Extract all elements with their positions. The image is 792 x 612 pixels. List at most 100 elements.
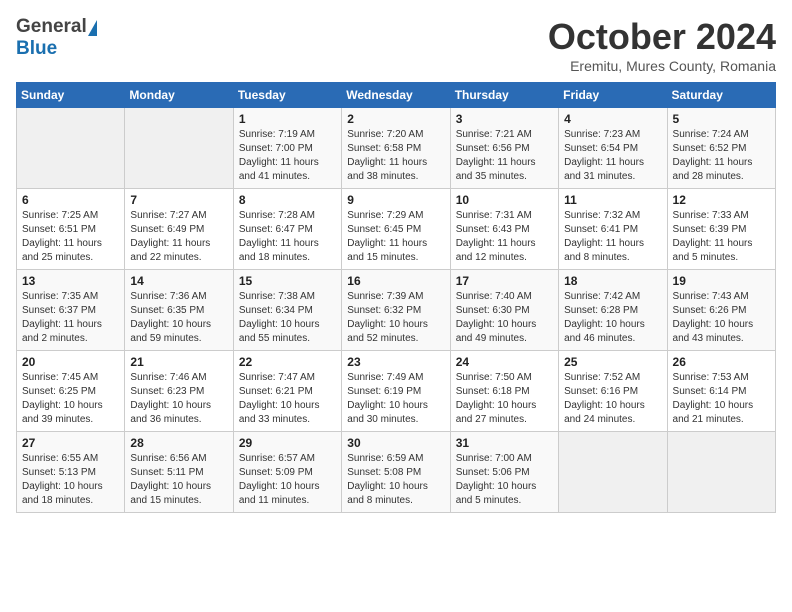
calendar-week-4: 27Sunrise: 6:55 AMSunset: 5:13 PMDayligh… <box>17 432 776 513</box>
calendar-cell: 12 Sunrise: 7:33 AMSunset: 6:39 PMDayligh… <box>667 189 775 270</box>
calendar-cell: 18Sunrise: 7:42 AMSunset: 6:28 PMDayligh… <box>559 270 667 351</box>
day-info: Sunrise: 7:46 AMSunset: 6:23 PMDaylight:… <box>130 371 227 427</box>
month-title: October 2024 <box>548 16 776 58</box>
day-number: 23 <box>347 355 444 369</box>
calendar-cell: 6 Sunrise: 7:25 AMSunset: 6:51 PMDaylight… <box>17 189 125 270</box>
calendar-cell: 5 Sunrise: 7:24 AMSunset: 6:52 PMDaylight… <box>667 108 775 189</box>
calendar-cell: 30 Sunrise: 6:59 AMSunset: 5:08 PMDayligh… <box>342 432 450 513</box>
calendar-cell: 27Sunrise: 6:55 AMSunset: 5:13 PMDayligh… <box>17 432 125 513</box>
weekday-header-tuesday: Tuesday <box>233 83 341 108</box>
calendar-cell: 4 Sunrise: 7:23 AMSunset: 6:54 PMDaylight… <box>559 108 667 189</box>
day-info: Sunrise: 6:57 AMSunset: 5:09 PMDaylight:… <box>239 452 336 508</box>
day-info: Sunrise: 7:47 AMSunset: 6:21 PMDaylight:… <box>239 371 336 427</box>
calendar-cell: 29Sunrise: 6:57 AMSunset: 5:09 PMDayligh… <box>233 432 341 513</box>
calendar-cell: 10 Sunrise: 7:31 AMSunset: 6:43 PMDayligh… <box>450 189 558 270</box>
day-info: Sunrise: 7:31 AMSunset: 6:43 PMDaylight:… <box>456 209 553 265</box>
calendar-week-0: 1Sunrise: 7:19 AMSunset: 7:00 PMDaylight… <box>17 108 776 189</box>
calendar-cell: 2Sunrise: 7:20 AMSunset: 6:58 PMDaylight… <box>342 108 450 189</box>
day-number: 26 <box>673 355 770 369</box>
weekday-header-sunday: Sunday <box>17 83 125 108</box>
calendar-header: SundayMondayTuesdayWednesdayThursdayFrid… <box>17 83 776 108</box>
day-number: 5 <box>673 112 770 126</box>
day-number: 10 <box>456 193 553 207</box>
calendar-cell: 11 Sunrise: 7:32 AMSunset: 6:41 PMDayligh… <box>559 189 667 270</box>
day-info: Sunrise: 7:23 AMSunset: 6:54 PMDaylight:… <box>564 128 661 184</box>
day-info: Sunrise: 7:35 AMSunset: 6:37 PMDaylight:… <box>22 290 119 346</box>
logo-general: General <box>16 16 87 38</box>
day-number: 31 <box>456 436 553 450</box>
day-number: 27 <box>22 436 119 450</box>
day-number: 15 <box>239 274 336 288</box>
day-info: Sunrise: 7:33 AMSunset: 6:39 PMDaylight:… <box>673 209 770 265</box>
weekday-header-thursday: Thursday <box>450 83 558 108</box>
day-number: 1 <box>239 112 336 126</box>
calendar-cell: 21Sunrise: 7:46 AMSunset: 6:23 PMDayligh… <box>125 351 233 432</box>
day-number: 14 <box>130 274 227 288</box>
day-number: 30 <box>347 436 444 450</box>
calendar-cell: 22 Sunrise: 7:47 AMSunset: 6:21 PMDayligh… <box>233 351 341 432</box>
day-info: Sunrise: 7:43 AMSunset: 6:26 PMDaylight:… <box>673 290 770 346</box>
day-number: 3 <box>456 112 553 126</box>
day-number: 24 <box>456 355 553 369</box>
day-number: 13 <box>22 274 119 288</box>
calendar-cell: 31 Sunrise: 7:00 AMSunset: 5:06 PMDayligh… <box>450 432 558 513</box>
calendar-cell: 7Sunrise: 7:27 AMSunset: 6:49 PMDaylight… <box>125 189 233 270</box>
calendar-cell: 3 Sunrise: 7:21 AMSunset: 6:56 PMDaylight… <box>450 108 558 189</box>
day-info: Sunrise: 7:28 AMSunset: 6:47 PMDaylight:… <box>239 209 336 265</box>
calendar-cell: 24 Sunrise: 7:50 AMSunset: 6:18 PMDayligh… <box>450 351 558 432</box>
logo: General Blue <box>16 16 97 60</box>
day-info: Sunrise: 7:00 AMSunset: 5:06 PMDaylight:… <box>456 452 553 508</box>
day-info: Sunrise: 7:42 AMSunset: 6:28 PMDaylight:… <box>564 290 661 346</box>
calendar-cell: 28 Sunrise: 6:56 AMSunset: 5:11 PMDayligh… <box>125 432 233 513</box>
day-number: 9 <box>347 193 444 207</box>
weekday-header-wednesday: Wednesday <box>342 83 450 108</box>
day-number: 12 <box>673 193 770 207</box>
calendar-table: SundayMondayTuesdayWednesdayThursdayFrid… <box>16 82 776 513</box>
calendar-cell: 15 Sunrise: 7:38 AMSunset: 6:34 PMDayligh… <box>233 270 341 351</box>
day-info: Sunrise: 7:24 AMSunset: 6:52 PMDaylight:… <box>673 128 770 184</box>
calendar-cell <box>667 432 775 513</box>
calendar-week-3: 20Sunrise: 7:45 AMSunset: 6:25 PMDayligh… <box>17 351 776 432</box>
calendar-cell: 9 Sunrise: 7:29 AMSunset: 6:45 PMDaylight… <box>342 189 450 270</box>
day-number: 20 <box>22 355 119 369</box>
day-info: Sunrise: 7:49 AMSunset: 6:19 PMDaylight:… <box>347 371 444 427</box>
day-number: 19 <box>673 274 770 288</box>
calendar-cell: 14Sunrise: 7:36 AMSunset: 6:35 PMDayligh… <box>125 270 233 351</box>
calendar-cell: 20Sunrise: 7:45 AMSunset: 6:25 PMDayligh… <box>17 351 125 432</box>
day-info: Sunrise: 7:38 AMSunset: 6:34 PMDaylight:… <box>239 290 336 346</box>
day-number: 6 <box>22 193 119 207</box>
calendar-cell: 8 Sunrise: 7:28 AMSunset: 6:47 PMDaylight… <box>233 189 341 270</box>
day-number: 22 <box>239 355 336 369</box>
calendar-cell: 19 Sunrise: 7:43 AMSunset: 6:26 PMDayligh… <box>667 270 775 351</box>
title-area: October 2024 Eremitu, Mures County, Roma… <box>548 16 776 74</box>
weekday-header-friday: Friday <box>559 83 667 108</box>
day-info: Sunrise: 6:59 AMSunset: 5:08 PMDaylight:… <box>347 452 444 508</box>
weekday-header-monday: Monday <box>125 83 233 108</box>
weekday-header-row: SundayMondayTuesdayWednesdayThursdayFrid… <box>17 83 776 108</box>
calendar-cell: 26 Sunrise: 7:53 AMSunset: 6:14 PMDayligh… <box>667 351 775 432</box>
calendar-cell <box>125 108 233 189</box>
calendar-body: 1Sunrise: 7:19 AMSunset: 7:00 PMDaylight… <box>17 108 776 513</box>
day-number: 7 <box>130 193 227 207</box>
day-info: Sunrise: 7:25 AMSunset: 6:51 PMDaylight:… <box>22 209 119 265</box>
day-info: Sunrise: 7:20 AMSunset: 6:58 PMDaylight:… <box>347 128 444 184</box>
calendar-cell <box>559 432 667 513</box>
calendar-cell: 25Sunrise: 7:52 AMSunset: 6:16 PMDayligh… <box>559 351 667 432</box>
day-number: 4 <box>564 112 661 126</box>
calendar-cell: 23 Sunrise: 7:49 AMSunset: 6:19 PMDayligh… <box>342 351 450 432</box>
day-info: Sunrise: 7:53 AMSunset: 6:14 PMDaylight:… <box>673 371 770 427</box>
day-number: 16 <box>347 274 444 288</box>
day-info: Sunrise: 7:21 AMSunset: 6:56 PMDaylight:… <box>456 128 553 184</box>
day-info: Sunrise: 6:56 AMSunset: 5:11 PMDaylight:… <box>130 452 227 508</box>
day-info: Sunrise: 7:29 AMSunset: 6:45 PMDaylight:… <box>347 209 444 265</box>
day-number: 28 <box>130 436 227 450</box>
logo-triangle-icon <box>88 20 97 36</box>
calendar-cell <box>17 108 125 189</box>
day-info: Sunrise: 7:52 AMSunset: 6:16 PMDaylight:… <box>564 371 661 427</box>
day-number: 8 <box>239 193 336 207</box>
day-info: Sunrise: 7:32 AMSunset: 6:41 PMDaylight:… <box>564 209 661 265</box>
day-info: Sunrise: 7:50 AMSunset: 6:18 PMDaylight:… <box>456 371 553 427</box>
day-number: 11 <box>564 193 661 207</box>
calendar-cell: 17Sunrise: 7:40 AMSunset: 6:30 PMDayligh… <box>450 270 558 351</box>
day-number: 17 <box>456 274 553 288</box>
